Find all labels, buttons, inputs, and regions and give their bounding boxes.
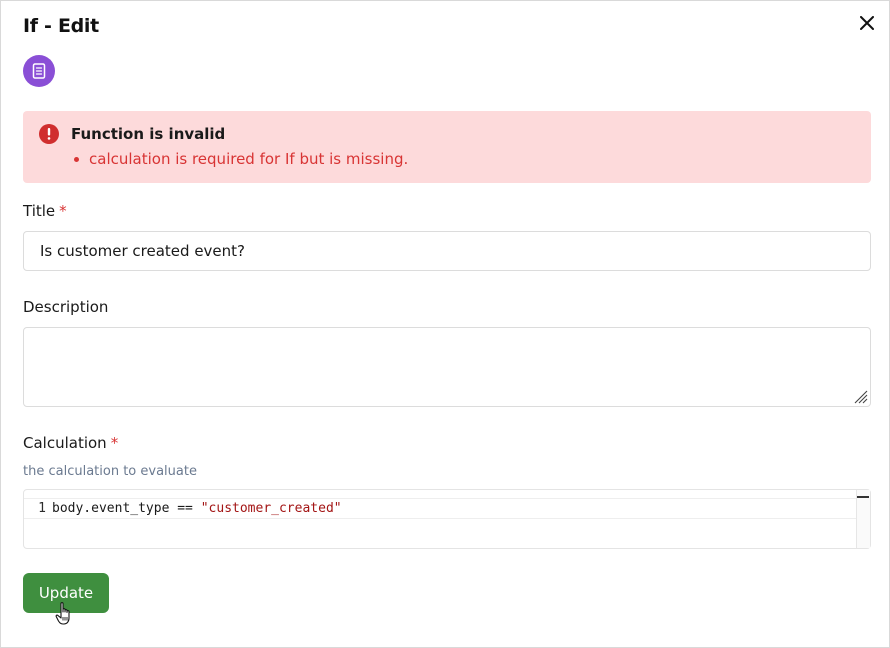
close-icon [860, 16, 874, 30]
calculation-code-editor[interactable]: 1 body.event_type == "customer_created" [23, 489, 871, 549]
editor-scrollbar[interactable] [856, 490, 870, 548]
scrollbar-marker [857, 496, 869, 498]
alert-list-item: calculation is required for If but is mi… [71, 150, 408, 168]
document-icon [32, 63, 46, 79]
edit-dialog: If - Edit Function is invalid calculatio… [0, 0, 890, 648]
calculation-helper-text: the calculation to evaluate [23, 464, 197, 479]
function-type-badge [23, 55, 55, 87]
bullet-icon [74, 156, 79, 162]
code-expression: body.event_type == [52, 501, 201, 516]
hand-pointer-cursor-icon [55, 602, 70, 625]
validation-alert: Function is invalid calculation is requi… [23, 111, 871, 183]
required-marker: * [110, 434, 119, 452]
resize-handle-icon[interactable] [852, 388, 868, 404]
alert-title: Function is invalid [71, 125, 226, 143]
description-label: Description [23, 298, 109, 316]
title-label: Title * [23, 202, 67, 220]
calculation-label: Calculation * [23, 434, 119, 452]
description-textarea[interactable] [23, 327, 871, 407]
close-button[interactable] [855, 11, 879, 35]
title-input[interactable]: Is customer created event? [23, 231, 871, 271]
dialog-title: If - Edit [23, 15, 99, 37]
code-line: 1 body.event_type == "customer_created" [24, 498, 856, 519]
title-input-value: Is customer created event? [40, 242, 245, 260]
required-marker: * [59, 202, 67, 220]
code-string-literal: "customer_created" [200, 501, 342, 516]
exclamation-icon [39, 124, 59, 144]
line-number: 1 [38, 501, 46, 516]
alert-message: calculation is required for If but is mi… [89, 150, 409, 168]
